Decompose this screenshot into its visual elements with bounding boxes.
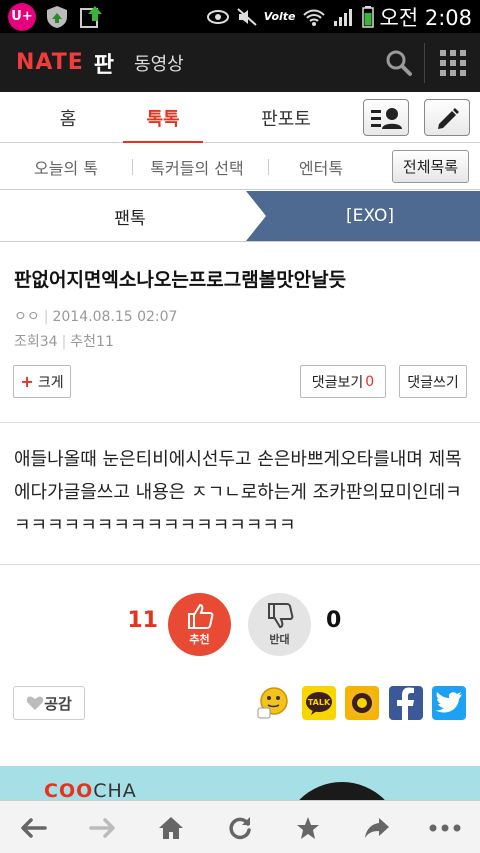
list-profile-icon [371, 107, 402, 129]
view-comments-label: 댓글보기 [311, 374, 364, 391]
subtab-entertainment[interactable]: 엔터톡 [286, 143, 356, 190]
twitter-icon [435, 692, 462, 713]
recommend-button[interactable]: 추천 [168, 593, 231, 656]
banner-brand: COOCHA [44, 780, 137, 802]
browser-toolbar [0, 800, 480, 853]
subtab-separator [132, 159, 133, 175]
sub-tabs: 오늘의 톡 톡커들의 선택 엔터톡 전체목록 [0, 143, 480, 190]
facebook-share-button[interactable] [389, 686, 423, 720]
post-author-date: ㅇㅇ | 2014.08.15 02:07 [14, 309, 178, 325]
nate-logo[interactable]: NATE [16, 50, 84, 75]
oppose-label: 반대 [269, 633, 290, 646]
subtab-today[interactable]: 오늘의 톡 [18, 143, 114, 190]
bookmark-button[interactable] [293, 813, 323, 843]
post-divider [0, 422, 480, 423]
breadcrumb: 팬톡 [EXO] [0, 191, 480, 242]
post-views: 조회34 [14, 334, 58, 350]
refresh-icon [229, 817, 251, 840]
upload-icon [80, 5, 102, 28]
shield-upload-icon [47, 5, 67, 28]
kakaotalk-icon: TALK [306, 692, 332, 715]
subtab-tokker-choice[interactable]: 톡커들의 선택 [138, 143, 256, 190]
star-icon [297, 817, 319, 839]
clock: 오전 2:08 [379, 5, 472, 30]
more-button[interactable] [428, 813, 462, 843]
post-stats: 조회34 | 추천11 [14, 334, 114, 350]
enlarge-label: 크게 [37, 374, 64, 391]
arrow-left-icon [21, 818, 47, 838]
refresh-button[interactable] [225, 813, 255, 843]
app-header: NATE 판 동영상 [0, 33, 480, 92]
heart-icon [26, 696, 44, 710]
battery-icon [361, 5, 374, 28]
volte-indicator: Volte [263, 10, 296, 23]
recommend-count: 11 [127, 608, 158, 633]
post-body: 애들나올때 눈은티비에시선두고 손은바쁘게오타를내며 제목에다가글을쓰고 내용은… [14, 449, 462, 536]
plus-icon: + [20, 372, 34, 391]
grid-menu-icon[interactable] [440, 50, 466, 76]
post-recommends: 추천11 [70, 334, 114, 350]
thumbs-up-icon [187, 603, 213, 629]
search-icon[interactable] [384, 48, 414, 78]
carrier-badge: U+ [8, 2, 36, 31]
breadcrumb-current[interactable]: [EXO] [246, 191, 480, 241]
body-divider [0, 564, 480, 565]
write-button[interactable] [424, 99, 470, 136]
home-button[interactable] [156, 813, 186, 843]
emoticon-share-icon [257, 687, 288, 719]
oppose-button[interactable]: 반대 [248, 593, 311, 656]
arrow-right-icon [89, 818, 115, 838]
header-divider [424, 43, 425, 83]
all-list-button[interactable]: 전체목록 [392, 150, 469, 183]
empathy-label: 공감 [44, 694, 72, 713]
post-author: ㅇㅇ [14, 309, 40, 325]
main-tabs: 홈 톡톡 판포토 [0, 92, 480, 144]
tab-panphoto[interactable]: 판포토 [244, 92, 328, 143]
status-bar: U+ Volte 오전 2:08 [0, 0, 480, 33]
home-icon [159, 817, 183, 839]
svg-text:TALK: TALK [308, 698, 331, 707]
oppose-count: 0 [326, 608, 342, 633]
thumbs-down-icon [267, 603, 293, 629]
wifi-icon [302, 9, 325, 26]
empathy-button[interactable]: 공감 [13, 686, 85, 720]
recommend-label: 추천 [189, 633, 210, 646]
breadcrumb-parent[interactable]: 팬톡 [0, 191, 260, 241]
facebook-icon [397, 687, 414, 720]
share-arrow-icon [365, 818, 389, 838]
forward-button[interactable] [88, 813, 118, 843]
pencil-icon [438, 107, 459, 129]
view-comments-button[interactable]: 댓글보기 0 [300, 365, 386, 398]
kakaotalk-share-button[interactable]: TALK [302, 686, 336, 720]
emoticon-share-button[interactable] [256, 686, 290, 720]
twitter-share-button[interactable] [432, 686, 466, 720]
kakaostory-icon [349, 690, 375, 716]
tab-home[interactable]: 홈 [28, 92, 108, 143]
section-title[interactable]: 판 [94, 47, 114, 79]
share-button[interactable] [362, 813, 392, 843]
enlarge-text-button[interactable]: + 크게 [13, 365, 71, 398]
post-date: 2014.08.15 02:07 [52, 309, 178, 325]
my-list-button[interactable] [363, 99, 409, 136]
kakaostory-share-button[interactable] [345, 686, 379, 720]
back-button[interactable] [18, 813, 48, 843]
more-dots-icon [429, 824, 461, 832]
mute-icon [237, 7, 257, 26]
video-link[interactable]: 동영상 [134, 50, 184, 76]
tab-toktok[interactable]: 톡톡 [123, 92, 203, 144]
eye-icon [206, 9, 229, 24]
subtab-separator [268, 159, 269, 175]
write-comment-button[interactable]: 댓글쓰기 [399, 365, 467, 398]
signal-icon [333, 8, 352, 26]
comments-count: 0 [365, 373, 375, 390]
post-title: 판없어지면엑소나오는프로그램볼맛안날듯 [14, 269, 347, 291]
